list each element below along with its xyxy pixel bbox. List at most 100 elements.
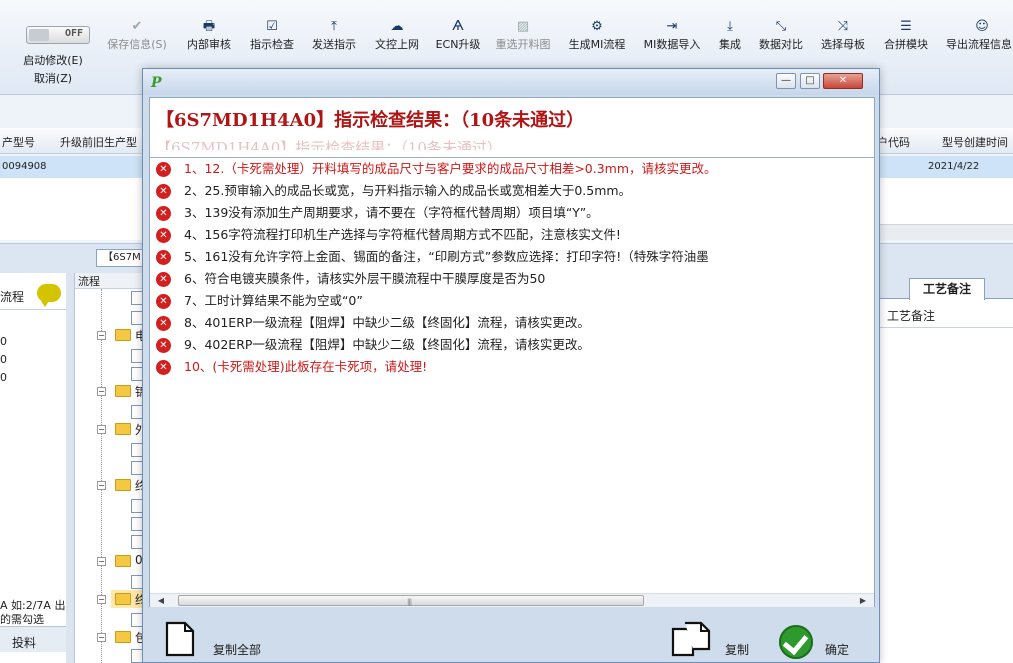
error-icon: ✕: [156, 184, 171, 199]
tab-process-notes[interactable]: 工艺备注: [909, 278, 985, 300]
data-compare-button[interactable]: ⤡ 数据对比: [754, 18, 808, 60]
select-motherboard-button[interactable]: ⤨ 选择母板: [816, 18, 870, 60]
folder-icon[interactable]: [115, 329, 131, 341]
mi-data-import-label: MI数据导入: [643, 38, 701, 51]
divider: [0, 309, 66, 310]
left-value: 0: [0, 353, 7, 366]
upload-icon: ⤒: [331, 19, 337, 34]
divider: [150, 157, 874, 158]
dialog-content: 【6S7MD1H4A0】指示检查结果：（10条未通过） 【6S7MD1H4A0】…: [149, 97, 875, 607]
divider: [879, 327, 1013, 328]
export-flow-info-button[interactable]: ☺ 导出流程信息: [942, 18, 1013, 60]
error-icon: ✕: [156, 162, 171, 177]
message-text: 6、符合电镀夹膜条件，请核实外层干膜流程中干膜厚度是否为50: [184, 271, 546, 286]
dialog-titlebar[interactable]: P — □ ✕: [143, 69, 879, 95]
tree-expander[interactable]: −: [97, 425, 106, 434]
feed-material-tab[interactable]: 投料: [0, 626, 72, 652]
tab-model[interactable]: 【6S7M: [96, 249, 146, 267]
error-icon: ✕: [156, 360, 171, 375]
left-value: 0: [0, 335, 7, 348]
copy-all-button[interactable]: 复制全部: [165, 617, 275, 657]
download-icon: ⤓: [727, 19, 733, 34]
comment-bubble-icon[interactable]: [37, 284, 61, 307]
error-icon: ✕: [156, 316, 171, 331]
edit-toggle-switch[interactable]: OFF: [26, 26, 90, 44]
left-pane: 流程 0 0 0 A 如:2/7A 出的需勾选 投料: [0, 273, 72, 663]
app-logo-icon: P: [151, 75, 162, 91]
cell-created-time: 2021/4/22: [928, 161, 980, 172]
cancel-button[interactable]: 取消(Z): [10, 70, 96, 86]
message-text: 4、156字符流程打印机生产选择与字符框代替周期方式不匹配，注意核实文件!: [184, 227, 621, 242]
ok-button[interactable]: 确定: [779, 617, 869, 659]
column-header-created-time[interactable]: 型号创建时间: [942, 134, 1008, 150]
save-info-button[interactable]: ✔ 保存信息(S): [101, 18, 173, 60]
copy-label: 复制: [725, 643, 750, 657]
reselect-cutting-map-button[interactable]: ▨ 重选开料图: [490, 18, 556, 60]
grid-horizontal-scrollbar[interactable]: [870, 224, 1013, 240]
cloud-upload-icon: ☁: [390, 19, 404, 34]
dialog-header: 【6S7MD1H4A0】指示检查结果：（10条未通过） 【6S7MD1H4A0】…: [150, 98, 874, 158]
error-icon: ✕: [156, 338, 171, 353]
tree-expander[interactable]: −: [97, 331, 106, 340]
message-text: 7、工时计算结果不能为空或“0”: [184, 293, 363, 308]
scroll-left-arrow-icon[interactable]: ◀: [154, 595, 168, 607]
integrate-button[interactable]: ⤓ 集成: [714, 18, 746, 60]
tree-expander[interactable]: −: [97, 595, 106, 604]
folder-icon[interactable]: [115, 385, 131, 397]
error-icon: ✕: [156, 228, 171, 243]
list-icon: ☰: [900, 19, 912, 34]
internal-review-button[interactable]: 🖶 内部审核: [181, 18, 237, 60]
save-info-label: 保存信息(S): [107, 38, 167, 51]
tree-expander[interactable]: −: [97, 557, 106, 566]
message-horizontal-scrollbar[interactable]: ◀ ||| ▶: [150, 593, 874, 607]
right-tab-bar: 工艺备注: [879, 273, 1013, 300]
folder-icon[interactable]: [115, 423, 131, 435]
merge-module-button[interactable]: ☰ 合拼模块: [879, 18, 933, 60]
toggle-knob: [29, 29, 49, 41]
folder-icon[interactable]: [115, 593, 131, 605]
dialog-title: 【6S7MD1H4A0】指示检查结果：（10条未通过）: [156, 110, 585, 131]
column-header-model[interactable]: 产型号: [2, 134, 35, 150]
internal-review-label: 内部审核: [187, 38, 231, 51]
column-header-old-model[interactable]: 升级前旧生产型: [60, 134, 137, 150]
minimize-button[interactable]: —: [776, 73, 796, 89]
message-list[interactable]: ✕ 1、12.（卡死需处理）开料填写的成品尺寸与客户要求的成品尺寸相差>0.3m…: [150, 159, 874, 593]
tree-header: 流程: [75, 273, 149, 289]
close-button[interactable]: ✕: [823, 73, 863, 89]
mi-data-import-button[interactable]: ⇥ MI数据导入: [639, 18, 705, 60]
send-instruction-button[interactable]: ⤒ 发送指示: [306, 18, 362, 60]
scroll-grip-icon: |||: [407, 598, 412, 606]
ecn-upgrade-button[interactable]: Ѧ ECN升级: [433, 18, 483, 60]
tree-expander[interactable]: −: [97, 387, 106, 396]
folder-icon[interactable]: [115, 479, 131, 491]
scroll-right-arrow-icon[interactable]: ▶: [856, 595, 870, 607]
merge-module-label: 合拼模块: [884, 38, 928, 51]
message-text: 2、25.预审输入的成品长或宽，与开料指示输入的成品长或宽相差大于0.5mm。: [184, 183, 632, 198]
copy-button[interactable]: 复制: [671, 617, 761, 657]
error-icon: ✕: [156, 272, 171, 287]
startup-edit-button[interactable]: 启动修改(E): [10, 52, 96, 68]
restore-button[interactable]: □: [800, 73, 820, 89]
doc-control-online-button[interactable]: ☁ 文控上网: [369, 18, 425, 60]
check-icon: ✔: [131, 19, 143, 34]
reselect-cutting-map-label: 重选开料图: [495, 38, 551, 51]
select-motherboard-label: 选择母板: [821, 38, 865, 51]
folder-icon[interactable]: [115, 555, 131, 567]
folder-icon[interactable]: [115, 631, 131, 643]
pane-splitter[interactable]: [66, 273, 74, 663]
dialog-footer: 复制全部 复制 确定: [149, 609, 875, 661]
image-icon: ▨: [516, 19, 530, 34]
error-icon: ✕: [156, 294, 171, 309]
error-icon: ✕: [156, 250, 171, 265]
generate-mi-flow-label: 生成MI流程: [568, 38, 626, 51]
column-header-customer-code[interactable]: 户代码: [877, 134, 910, 150]
left-pane-title: 流程: [0, 290, 25, 304]
generate-mi-flow-button[interactable]: ⚙ 生成MI流程: [564, 18, 630, 60]
cell-model: 0094908: [2, 161, 47, 172]
tree-expander[interactable]: −: [97, 633, 106, 642]
instruction-check-button[interactable]: ☑ 指示检查: [244, 18, 300, 60]
tree-expander[interactable]: −: [97, 481, 106, 490]
checkbox-icon: ☑: [266, 19, 278, 34]
smiley-icon: ☺: [975, 19, 989, 34]
scrollbar-thumb[interactable]: |||: [178, 595, 644, 606]
